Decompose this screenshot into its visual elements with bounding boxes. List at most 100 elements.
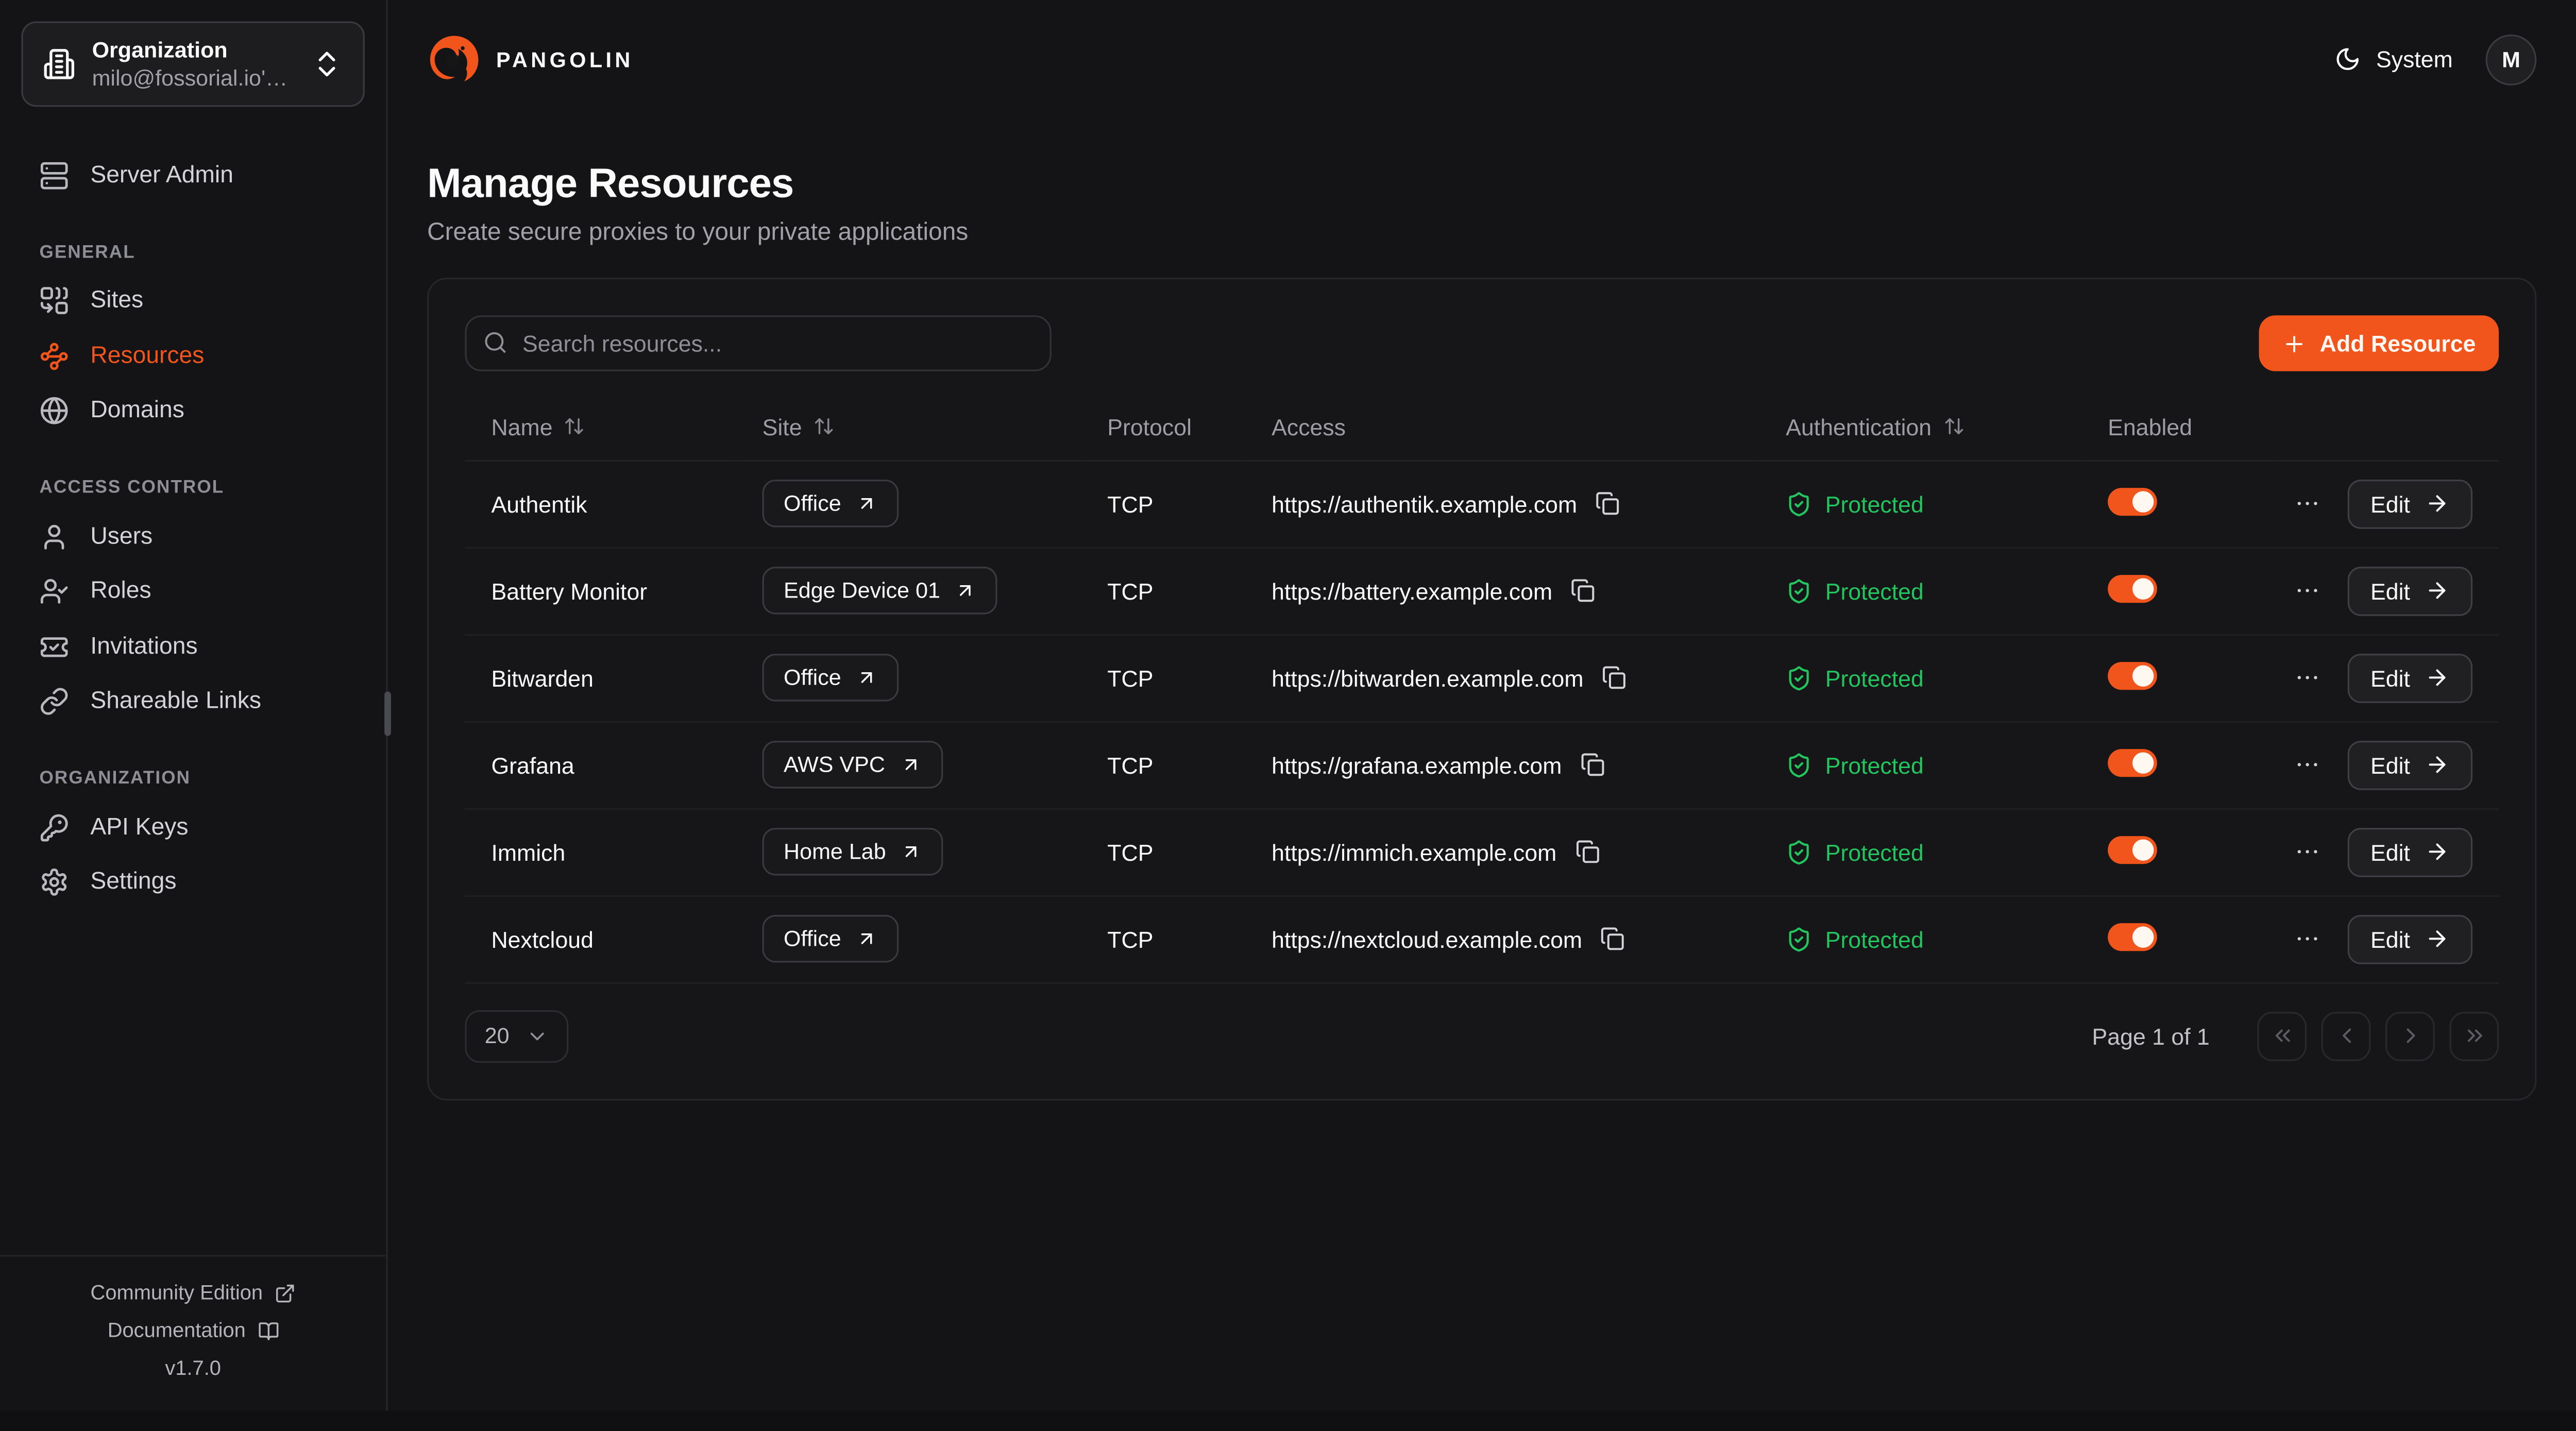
copy-icon bbox=[1602, 665, 1626, 690]
search-input[interactable] bbox=[465, 315, 1051, 371]
section-label-general: GENERAL bbox=[0, 242, 386, 262]
brand: PANGOLIN bbox=[427, 32, 634, 86]
site-link-button[interactable]: Office bbox=[762, 654, 899, 701]
prev-page-button[interactable] bbox=[2321, 1011, 2371, 1061]
copy-url-button[interactable] bbox=[1570, 578, 1595, 603]
arrow-right-icon bbox=[2425, 578, 2450, 603]
page-size-select[interactable]: 20 bbox=[465, 1010, 568, 1062]
copy-url-button[interactable] bbox=[1600, 926, 1625, 951]
community-edition-link[interactable]: Community Edition bbox=[16, 1274, 370, 1312]
gear-icon bbox=[40, 867, 69, 897]
protocol-value: TCP bbox=[1081, 895, 1245, 982]
building-icon bbox=[43, 47, 76, 80]
sidebar-item-api-keys[interactable]: API Keys bbox=[21, 800, 358, 855]
table-row-authentik: AuthentikOfficeTCPhttps://authentik.exam… bbox=[465, 460, 2499, 547]
sidebar-nav: GENERALSitesResourcesDomainsACCESS CONTR… bbox=[0, 203, 386, 910]
enabled-toggle[interactable] bbox=[2108, 661, 2157, 689]
access-url: https://authentik.example.com bbox=[1272, 490, 1577, 517]
chevron-left-icon bbox=[2334, 1024, 2359, 1048]
last-page-button[interactable] bbox=[2449, 1011, 2499, 1061]
edit-button[interactable]: Edit bbox=[2347, 566, 2472, 616]
footer-community-label: Community Edition bbox=[91, 1274, 263, 1312]
sidebar-item-invitations[interactable]: Invitations bbox=[21, 619, 358, 674]
row-menu-button[interactable] bbox=[2290, 486, 2325, 521]
first-page-button[interactable] bbox=[2257, 1011, 2307, 1061]
sites-icon bbox=[40, 286, 69, 316]
auth-status-badge: Protected bbox=[1786, 752, 2055, 778]
site-link-button[interactable]: Edge Device 01 bbox=[762, 567, 998, 614]
edit-button[interactable]: Edit bbox=[2347, 827, 2472, 877]
arrow-right-icon bbox=[2425, 665, 2450, 690]
chevrons-left-icon bbox=[2269, 1024, 2294, 1048]
auth-status-label: Protected bbox=[1825, 490, 1924, 517]
edit-button[interactable]: Edit bbox=[2347, 653, 2472, 703]
sidebar-item-users[interactable]: Users bbox=[21, 509, 358, 565]
shield-check-icon bbox=[1786, 926, 1812, 952]
copy-icon bbox=[1595, 491, 1620, 516]
resources-table: NameSiteProtocolAccessAuthenticationEnab… bbox=[465, 394, 2499, 983]
version-label: v1.7.0 bbox=[16, 1350, 370, 1388]
waypoints-icon bbox=[40, 341, 69, 370]
arrow-up-right-icon bbox=[856, 667, 877, 688]
page-subtitle: Create secure proxies to your private ap… bbox=[427, 218, 2536, 246]
copy-icon bbox=[1580, 752, 1605, 777]
site-link-button[interactable]: AWS VPC bbox=[762, 741, 943, 788]
site-link-button[interactable]: Office bbox=[762, 480, 899, 527]
ellipsis-icon bbox=[2293, 489, 2321, 517]
copy-url-button[interactable] bbox=[1580, 752, 1605, 777]
ellipsis-icon bbox=[2293, 751, 2321, 778]
theme-label: System bbox=[2376, 46, 2453, 72]
key-icon bbox=[40, 813, 69, 842]
auth-status-badge: Protected bbox=[1786, 490, 2055, 517]
enabled-toggle[interactable] bbox=[2108, 922, 2157, 950]
sort-button-authentication[interactable]: Authentication bbox=[1786, 414, 1964, 440]
protocol-value: TCP bbox=[1081, 721, 1245, 808]
copy-url-button[interactable] bbox=[1574, 839, 1599, 864]
table-row-bitwarden: BitwardenOfficeTCPhttps://bitwarden.exam… bbox=[465, 634, 2499, 721]
sidebar-item-settings[interactable]: Settings bbox=[21, 855, 358, 910]
edit-button[interactable]: Edit bbox=[2347, 914, 2472, 964]
moon-icon bbox=[2335, 46, 2361, 72]
sidebar-item-label: Server Admin bbox=[90, 162, 233, 189]
site-link-button[interactable]: Office bbox=[762, 915, 899, 962]
enabled-toggle[interactable] bbox=[2108, 835, 2157, 863]
user-check-icon bbox=[40, 577, 69, 606]
access-url: https://grafana.example.com bbox=[1272, 752, 1562, 778]
row-menu-button[interactable] bbox=[2290, 573, 2325, 608]
sidebar-resize-handle[interactable] bbox=[384, 691, 391, 736]
enabled-toggle[interactable] bbox=[2108, 487, 2157, 515]
site-link-button[interactable]: Home Lab bbox=[762, 828, 944, 875]
copy-url-button[interactable] bbox=[1602, 665, 1626, 690]
sidebar-item-label: Shareable Links bbox=[90, 689, 261, 715]
auth-status-label: Protected bbox=[1825, 665, 1924, 691]
resource-name: Authentik bbox=[465, 460, 736, 547]
row-menu-button[interactable] bbox=[2290, 922, 2325, 956]
add-resource-button[interactable]: Add Resource bbox=[2259, 315, 2499, 371]
enabled-toggle[interactable] bbox=[2108, 748, 2157, 776]
row-menu-button[interactable] bbox=[2290, 747, 2325, 782]
sidebar-item-shareable-links[interactable]: Shareable Links bbox=[21, 674, 358, 729]
enabled-toggle[interactable] bbox=[2108, 574, 2157, 602]
table-row-nextcloud: NextcloudOfficeTCPhttps://nextcloud.exam… bbox=[465, 895, 2499, 982]
edit-button[interactable]: Edit bbox=[2347, 740, 2472, 790]
sidebar-item-server-admin[interactable]: Server Admin bbox=[21, 148, 358, 203]
theme-toggle-button[interactable]: System bbox=[2335, 46, 2453, 72]
documentation-link[interactable]: Documentation bbox=[16, 1313, 370, 1350]
avatar[interactable]: M bbox=[2486, 33, 2537, 84]
column-header-enabled: Enabled bbox=[2081, 394, 2279, 460]
sort-button-site[interactable]: Site bbox=[762, 414, 835, 440]
org-switcher[interactable]: Organization milo@fossorial.io's ... bbox=[21, 21, 364, 107]
access-url: https://bitwarden.example.com bbox=[1272, 665, 1583, 691]
sidebar-item-roles[interactable]: Roles bbox=[21, 564, 358, 619]
row-menu-button[interactable] bbox=[2290, 660, 2325, 695]
copy-url-button[interactable] bbox=[1595, 491, 1620, 516]
sidebar-item-sites[interactable]: Sites bbox=[21, 274, 358, 329]
edit-button[interactable]: Edit bbox=[2347, 479, 2472, 529]
shield-check-icon bbox=[1786, 839, 1812, 865]
sidebar-item-resources[interactable]: Resources bbox=[21, 329, 358, 384]
arrow-up-right-icon bbox=[856, 493, 877, 514]
next-page-button[interactable] bbox=[2385, 1011, 2435, 1061]
row-menu-button[interactable] bbox=[2290, 834, 2325, 869]
sidebar-item-domains[interactable]: Domains bbox=[21, 384, 358, 439]
sort-button-name[interactable]: Name bbox=[491, 414, 585, 440]
